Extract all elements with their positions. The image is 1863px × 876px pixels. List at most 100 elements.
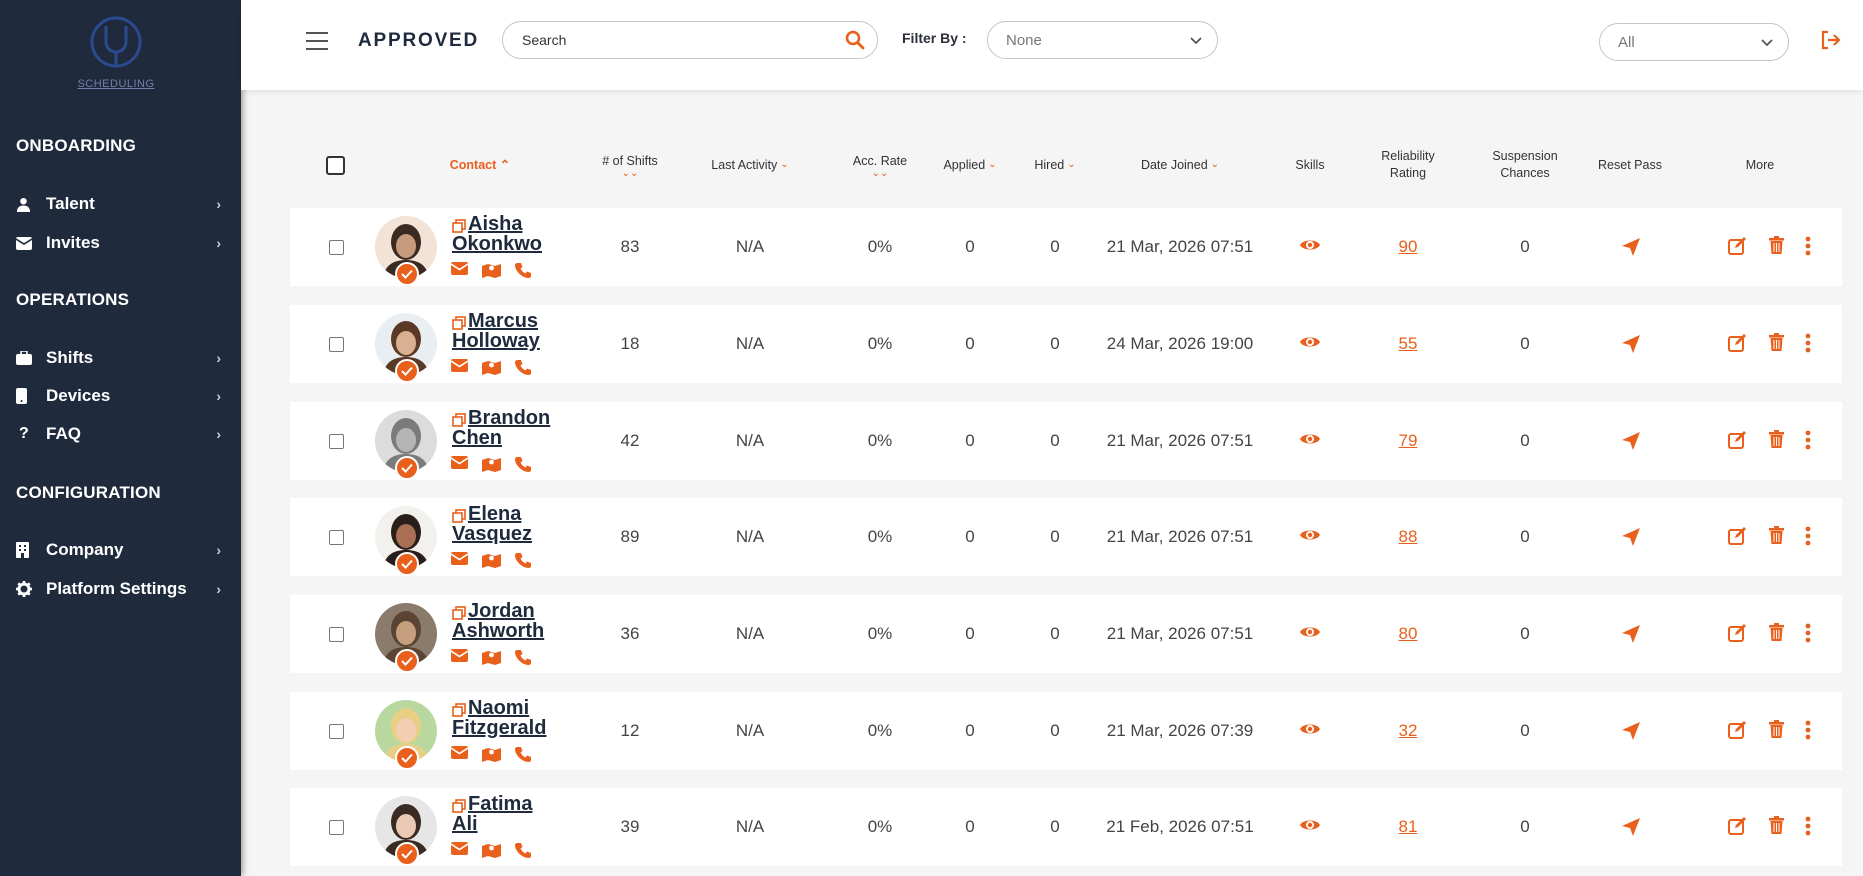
more-options-icon[interactable] — [1805, 720, 1811, 745]
hamburger-menu-icon[interactable] — [306, 32, 328, 50]
reliability-rating-link[interactable]: 79 — [1368, 402, 1448, 480]
more-options-icon[interactable] — [1805, 236, 1811, 261]
search-input[interactable] — [522, 30, 822, 50]
reliability-rating-link[interactable]: 32 — [1368, 692, 1448, 770]
phone-call-icon[interactable] — [515, 746, 531, 767]
external-link-icon[interactable] — [452, 314, 466, 330]
external-link-icon[interactable] — [452, 797, 466, 813]
logout-icon[interactable] — [1820, 30, 1842, 55]
edit-icon[interactable] — [1728, 333, 1748, 358]
contact-name-link[interactable]: Marcus Holloway — [452, 311, 572, 351]
send-icon[interactable] — [1622, 432, 1640, 455]
trash-icon[interactable] — [1769, 720, 1784, 743]
map-icon[interactable] — [482, 359, 501, 380]
sidebar-item-faq[interactable]: ? FAQ › — [16, 420, 221, 448]
column-hired[interactable]: Hired ⌄ — [1025, 140, 1085, 190]
sidebar-item-invites[interactable]: Invites › — [16, 229, 221, 257]
logo[interactable]: SCHEDULING — [0, 12, 232, 90]
logo-text[interactable]: SCHEDULING — [0, 78, 232, 90]
column-suspension[interactable]: Suspension Chances⌄ — [1480, 140, 1570, 190]
sidebar-item-platform-settings[interactable]: Platform Settings › — [16, 575, 221, 603]
email-icon[interactable] — [450, 746, 469, 767]
map-icon[interactable] — [482, 842, 501, 863]
reliability-rating-link[interactable]: 88 — [1368, 498, 1448, 576]
email-icon[interactable] — [450, 842, 469, 863]
phone-call-icon[interactable] — [515, 552, 531, 573]
phone-call-icon[interactable] — [515, 262, 531, 283]
column-contact[interactable]: Contact ⌃ — [430, 140, 530, 190]
external-link-icon[interactable] — [452, 701, 466, 717]
row-checkbox[interactable] — [329, 724, 344, 739]
eye-icon[interactable] — [1300, 624, 1320, 645]
edit-icon[interactable] — [1728, 430, 1748, 455]
edit-icon[interactable] — [1728, 816, 1748, 841]
row-checkbox[interactable] — [329, 240, 344, 255]
external-link-icon[interactable] — [452, 604, 466, 620]
edit-icon[interactable] — [1728, 236, 1748, 261]
trash-icon[interactable] — [1769, 236, 1784, 259]
reliability-rating-link[interactable]: 90 — [1368, 208, 1448, 286]
email-icon[interactable] — [450, 262, 469, 283]
row-checkbox[interactable] — [329, 530, 344, 545]
column-date-joined[interactable]: Date Joined ⌄ — [1115, 140, 1245, 190]
scope-select[interactable]: All — [1599, 23, 1789, 61]
email-icon[interactable] — [450, 456, 469, 477]
contact-name-link[interactable]: Brandon Chen — [452, 408, 572, 448]
column-last-activity[interactable]: Last Activity ⌄ — [695, 140, 805, 190]
phone-call-icon[interactable] — [515, 842, 531, 863]
external-link-icon[interactable] — [452, 507, 466, 523]
map-icon[interactable] — [482, 552, 501, 573]
eye-icon[interactable] — [1300, 527, 1320, 548]
email-icon[interactable] — [450, 552, 469, 573]
map-icon[interactable] — [482, 456, 501, 477]
contact-name-link[interactable]: Jordan Ashworth — [452, 601, 572, 641]
eye-icon[interactable] — [1300, 431, 1320, 452]
eye-icon[interactable] — [1300, 817, 1320, 838]
contact-name-link[interactable]: Fatima Ali — [452, 794, 572, 834]
more-options-icon[interactable] — [1805, 816, 1811, 841]
reliability-rating-link[interactable]: 80 — [1368, 595, 1448, 673]
sidebar-item-devices[interactable]: Devices › — [16, 382, 221, 410]
edit-icon[interactable] — [1728, 526, 1748, 551]
phone-call-icon[interactable] — [515, 649, 531, 670]
row-checkbox[interactable] — [329, 434, 344, 449]
row-checkbox[interactable] — [329, 337, 344, 352]
trash-icon[interactable] — [1769, 623, 1784, 646]
more-options-icon[interactable] — [1805, 333, 1811, 358]
map-icon[interactable] — [482, 262, 501, 283]
contact-name-link[interactable]: Elena Vasquez — [452, 504, 572, 544]
external-link-icon[interactable] — [452, 411, 466, 427]
trash-icon[interactable] — [1769, 430, 1784, 453]
reliability-rating-link[interactable]: 81 — [1368, 788, 1448, 866]
filter-select[interactable]: None — [987, 21, 1218, 59]
more-options-icon[interactable] — [1805, 623, 1811, 648]
send-icon[interactable] — [1622, 238, 1640, 261]
phone-call-icon[interactable] — [515, 359, 531, 380]
external-link-icon[interactable] — [452, 217, 466, 233]
column-shifts[interactable]: # of Shifts ⌄⌄ — [590, 140, 670, 190]
select-all-checkbox[interactable] — [326, 156, 345, 175]
send-icon[interactable] — [1622, 722, 1640, 745]
search-icon[interactable] — [845, 30, 865, 55]
email-icon[interactable] — [450, 649, 469, 670]
eye-icon[interactable] — [1300, 334, 1320, 355]
map-icon[interactable] — [482, 746, 501, 767]
trash-icon[interactable] — [1769, 333, 1784, 356]
column-acc-rate[interactable]: Acc. Rate ⌄⌄ — [845, 140, 915, 190]
sidebar-item-shifts[interactable]: Shifts › — [16, 344, 221, 372]
contact-name-link[interactable]: Aisha Okonkwo — [452, 214, 572, 254]
phone-call-icon[interactable] — [515, 456, 531, 477]
edit-icon[interactable] — [1728, 623, 1748, 648]
more-options-icon[interactable] — [1805, 526, 1811, 551]
edit-icon[interactable] — [1728, 720, 1748, 745]
reliability-rating-link[interactable]: 55 — [1368, 305, 1448, 383]
sidebar-item-company[interactable]: Company › — [16, 536, 221, 564]
more-options-icon[interactable] — [1805, 430, 1811, 455]
trash-icon[interactable] — [1769, 526, 1784, 549]
eye-icon[interactable] — [1300, 237, 1320, 258]
contact-name-link[interactable]: Naomi Fitzgerald — [452, 698, 572, 738]
send-icon[interactable] — [1622, 335, 1640, 358]
send-icon[interactable] — [1622, 818, 1640, 841]
row-checkbox[interactable] — [329, 627, 344, 642]
map-icon[interactable] — [482, 649, 501, 670]
